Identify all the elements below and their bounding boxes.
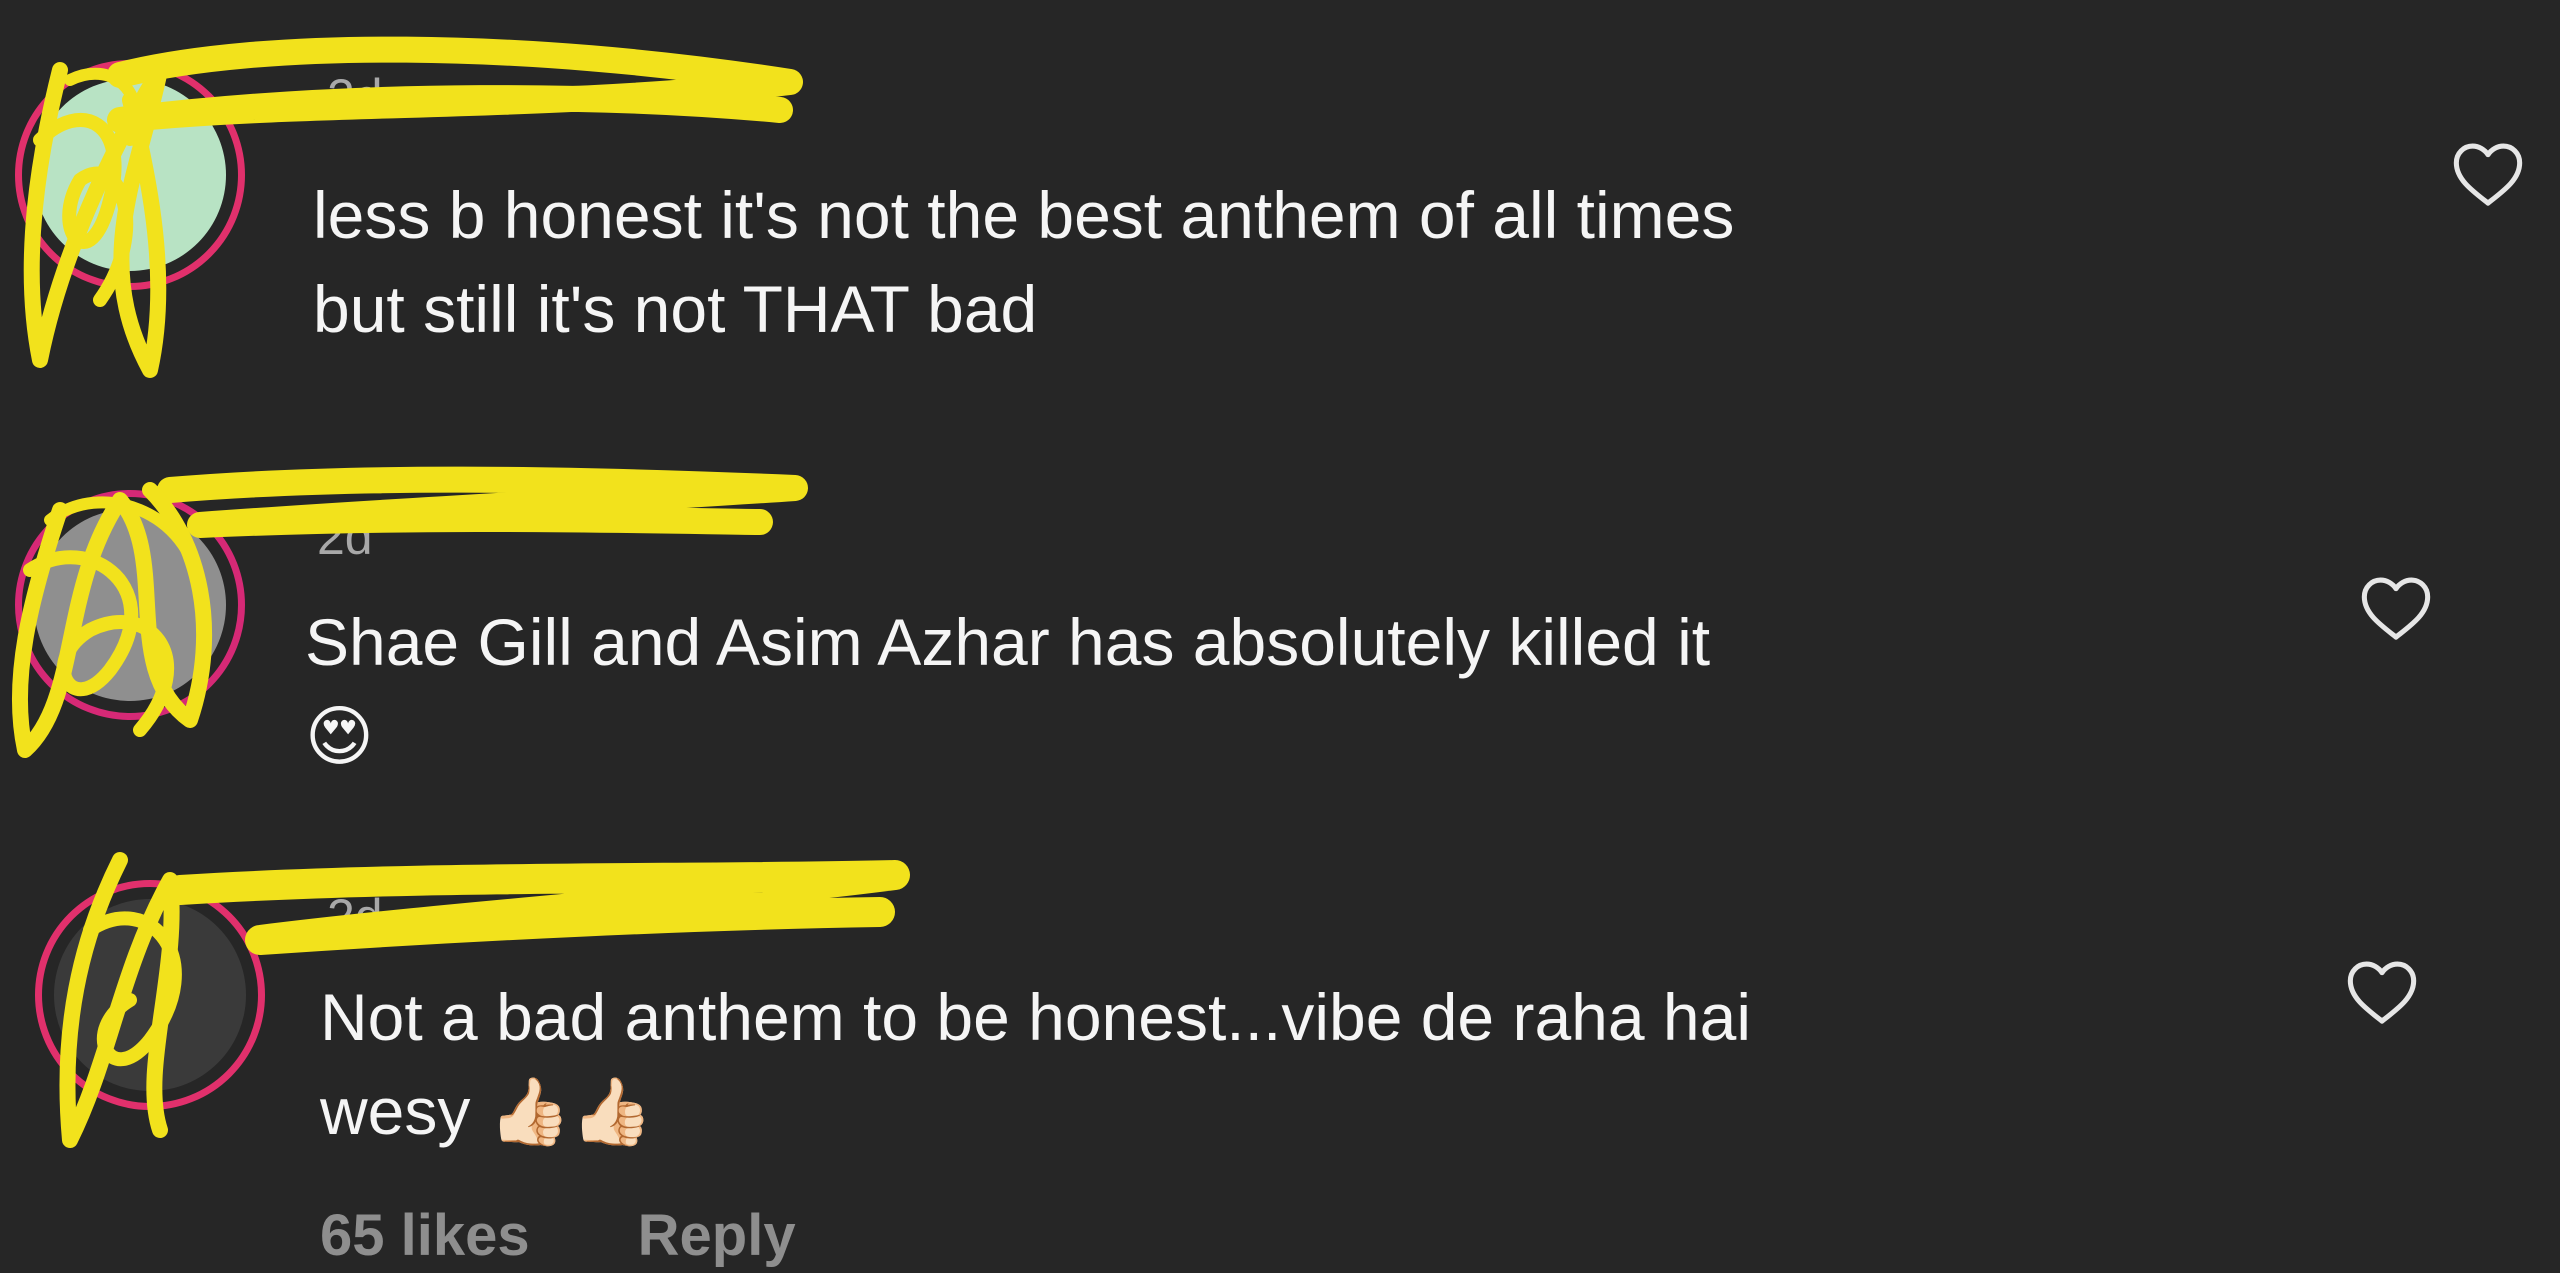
avatar-image <box>54 899 246 1091</box>
heart-outline-icon[interactable] <box>2344 956 2420 1026</box>
avatar[interactable] <box>15 60 245 290</box>
comment-text: Shae Gill and Asim Azhar has absolutely … <box>305 595 2305 783</box>
comment-item: 2d less b honest it's not the best anthe… <box>0 0 2560 400</box>
comment-text-line: 😍 <box>305 699 374 773</box>
comment-meta: 2d <box>315 888 383 946</box>
comment-text-line: Not a bad anthem to be honest...vibe de … <box>320 980 1751 1054</box>
avatar[interactable] <box>35 880 265 1110</box>
comment-text: Not a bad anthem to be honest...vibe de … <box>320 970 2320 1158</box>
timestamp: 2d <box>317 509 373 565</box>
comment-text-line: but still it's not THAT bad <box>313 272 1038 346</box>
avatar[interactable] <box>15 490 245 720</box>
heart-outline-icon[interactable] <box>2450 138 2526 208</box>
avatar-image <box>34 79 226 271</box>
comment-meta: 2d <box>315 68 383 126</box>
comment-text-line: less b honest it's not the best anthem o… <box>313 178 1735 252</box>
comment-text-line: wesy 👍🏻👍🏻 <box>320 1074 654 1148</box>
avatar-image <box>34 509 226 701</box>
comment-meta: 2d <box>305 508 373 566</box>
heart-outline-icon[interactable] <box>2358 572 2434 642</box>
comment-item: 2d Not a bad anthem to be honest...vibe … <box>0 820 2560 1273</box>
likes-count[interactable]: 65 likes <box>320 1203 530 1268</box>
timestamp: 2d <box>327 889 383 945</box>
comment-text-line: Shae Gill and Asim Azhar has absolutely … <box>305 605 1711 679</box>
comment-footer: 65 likes Reply <box>320 1202 904 1269</box>
comment-text: less b honest it's not the best anthem o… <box>313 168 2313 356</box>
timestamp: 2d <box>327 69 383 125</box>
reply-button[interactable]: Reply <box>638 1203 796 1268</box>
comment-thread: 2d less b honest it's not the best anthe… <box>0 0 2560 1273</box>
comment-item: 2d Shae Gill and Asim Azhar has absolute… <box>0 400 2560 820</box>
